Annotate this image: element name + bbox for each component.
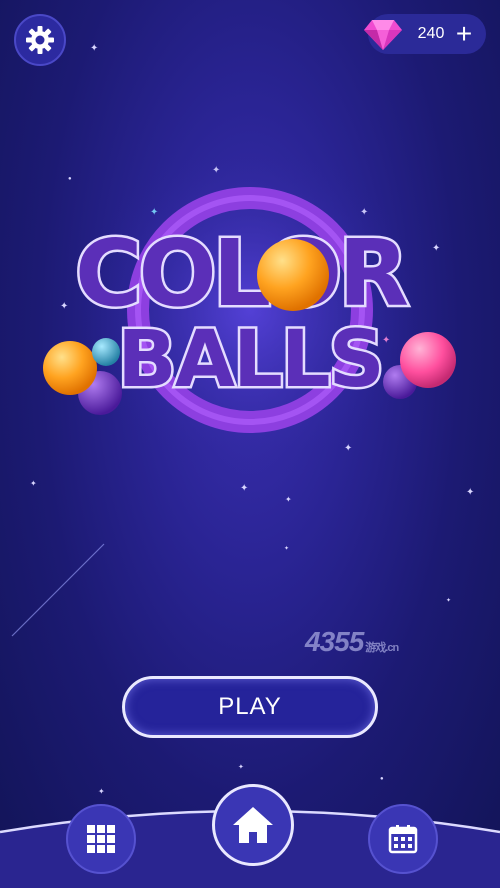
watermark-suffix: 游戏.cn [365,642,399,654]
shooting-star [11,543,105,637]
play-button[interactable]: PLAY [122,676,378,738]
ball-teal [92,338,120,366]
home-button[interactable] [212,784,294,866]
star: ✦ [238,764,244,771]
plus-icon: + [455,18,473,49]
ball-orange-center [257,239,329,311]
watermark: 4355 游戏.cn [305,626,415,658]
star: ✦ [446,598,452,604]
calendar-icon [388,825,418,854]
watermark-number: 4355 [305,626,364,657]
grid-icon [87,825,115,853]
logo-line-1: COLOR [75,220,407,327]
levels-button[interactable] [66,804,136,874]
ball-pink [400,332,456,388]
calendar-button[interactable] [368,804,438,874]
star: ✦ [90,43,99,54]
ball-orange-left [43,341,97,395]
logo-line-2: BALLS [117,315,382,405]
add-gems-button[interactable]: + [448,18,480,50]
gem-icon [364,20,402,50]
game-logo: COLOR BALLS [43,150,456,480]
settings-button[interactable] [14,14,66,66]
home-icon [233,807,273,843]
gear-icon [26,26,54,54]
gem-counter: 240 + [364,14,486,54]
star: ✦ [284,546,290,552]
